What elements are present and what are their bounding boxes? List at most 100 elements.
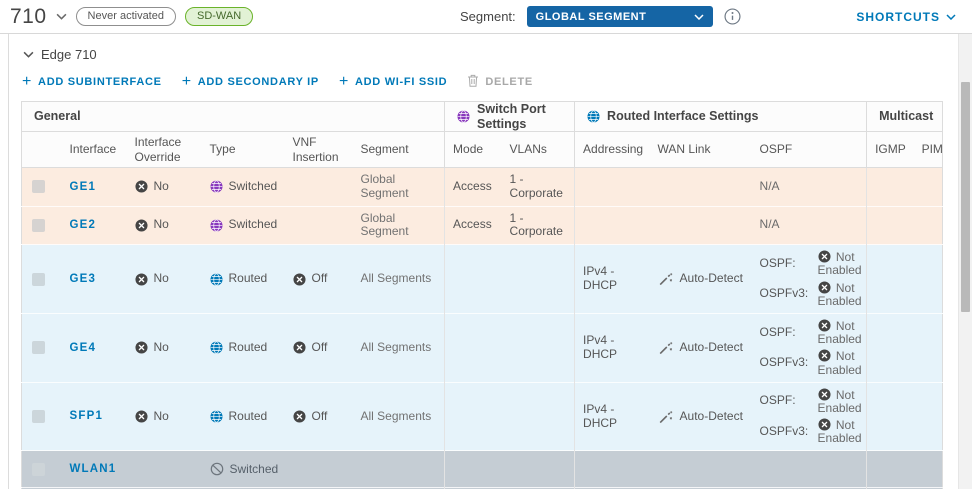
x-circle-icon (818, 319, 833, 333)
column-header-vlans: VLANs (502, 132, 575, 168)
cell-igmp (867, 313, 914, 382)
vertical-scrollbar[interactable] (958, 34, 972, 489)
table-actions: + ADD SUBINTERFACE + ADD SECONDARY IP + … (22, 74, 972, 90)
cell-vnf-insertion: Off (285, 382, 353, 451)
cell-ospf: OSPF: Not EnabledOSPFv3: Not Enabled (752, 313, 867, 382)
x-circle-icon (818, 388, 833, 402)
cell-addressing: IPv4 - DHCP (575, 313, 650, 382)
column-header-ospf: OSPF (752, 132, 867, 168)
device-summary: 710 Never activated SD-WAN (10, 5, 452, 29)
cell-ospf: N/A (752, 206, 867, 245)
row-checkbox[interactable] (32, 463, 45, 476)
cell-vlans: 1 - Corporate (502, 206, 575, 245)
cell-vnf-insertion (285, 168, 353, 207)
ospf-value: Not Enabled (818, 250, 874, 277)
trash-icon (467, 74, 479, 90)
type-value: Routed (210, 341, 277, 355)
ospf-value: Not Enabled (818, 349, 874, 376)
cell-select (22, 206, 62, 245)
segment-dropdown[interactable]: GLOBAL SEGMENT (527, 6, 713, 27)
auto-detect-icon (658, 341, 674, 355)
x-circle-icon (135, 341, 148, 354)
column-header-interface: Interface (62, 132, 127, 168)
cell-igmp (867, 206, 914, 245)
cell-interface: GE4 (62, 313, 127, 382)
cell-type: Routed (202, 382, 285, 451)
cell-mode (445, 313, 502, 382)
ospf-na: N/A (760, 179, 780, 193)
row-checkbox[interactable] (32, 341, 45, 354)
delete-button[interactable]: DELETE (467, 74, 533, 90)
add-subinterface-button[interactable]: + ADD SUBINTERFACE (22, 76, 162, 88)
add-wifi-ssid-button[interactable]: + ADD WI-FI SSID (339, 76, 447, 88)
group-header-general: General (22, 102, 445, 132)
column-header-addressing: Addressing (575, 132, 650, 168)
table-row-wlan1: WLAN1 Switched (22, 451, 943, 488)
x-circle-icon (135, 180, 148, 193)
cell-select (22, 313, 62, 382)
shortcuts-menu[interactable]: SHORTCUTS (856, 10, 956, 24)
segment-selector: Segment: GLOBAL SEGMENT (460, 6, 741, 27)
ospf-status: OSPF: Not EnabledOSPFv3: Not Enabled (760, 250, 859, 308)
cell-addressing (575, 451, 650, 488)
override-value: No (135, 341, 194, 355)
edge-section-toggle[interactable]: Edge 710 (23, 47, 972, 62)
override-value: No (135, 272, 194, 286)
cell-igmp (867, 245, 914, 314)
column-header-igmp: IGMP (867, 132, 914, 168)
cell-segment: Global Segment (353, 168, 445, 207)
section-chevron-down-icon (23, 51, 34, 58)
routed-globe-icon (587, 110, 600, 123)
row-checkbox[interactable] (32, 180, 45, 193)
device-title: 710 (10, 5, 47, 29)
activation-status-badge: Never activated (76, 7, 176, 26)
info-icon[interactable] (724, 8, 741, 25)
ospf-label: OSPF: (760, 257, 818, 271)
x-circle-icon (818, 250, 833, 264)
cell-select (22, 245, 62, 314)
cell-select (22, 451, 62, 488)
interfaces-table: GeneralSwitch Port SettingsRouted Interf… (21, 101, 943, 489)
interface-link[interactable]: GE1 (70, 181, 97, 193)
interface-link[interactable]: WLAN1 (70, 463, 117, 475)
column-header-interface-override: Interface Override (127, 132, 202, 168)
table-row-ge1: GE1NoSwitchedGlobal SegmentAccess1 - Cor… (22, 168, 943, 207)
cell-type: Switched (202, 451, 285, 488)
cell-type: Routed (202, 313, 285, 382)
sdwan-badge: SD-WAN (185, 7, 253, 26)
cell-addressing (575, 206, 650, 245)
cell-wan-link (650, 451, 752, 488)
row-checkbox[interactable] (32, 410, 45, 423)
vnf-value: Off (293, 341, 345, 355)
row-checkbox[interactable] (32, 219, 45, 232)
switched-globe-icon (457, 110, 470, 123)
column-header-mode: Mode (445, 132, 502, 168)
x-circle-icon (818, 418, 833, 432)
cell-segment: All Segments (353, 382, 445, 451)
interface-link[interactable]: GE2 (70, 219, 97, 231)
edge-section-title: Edge 710 (41, 47, 97, 62)
scrollbar-thumb[interactable] (961, 82, 970, 312)
interface-link[interactable]: SFP1 (70, 410, 104, 422)
ospf-label: OSPFv3: (760, 287, 818, 301)
routed-globe-icon (210, 273, 223, 286)
device-chevron-down-icon[interactable] (56, 13, 67, 20)
x-circle-icon (818, 349, 833, 363)
cell-pim (914, 382, 943, 451)
interface-link[interactable]: GE4 (70, 342, 97, 354)
cell-vnf-insertion (285, 206, 353, 245)
interface-link[interactable]: GE3 (70, 273, 97, 285)
row-checkbox[interactable] (32, 273, 45, 286)
routed-globe-icon (210, 410, 223, 423)
cell-mode (445, 382, 502, 451)
table-row-ge2: GE2NoSwitchedGlobal SegmentAccess1 - Cor… (22, 206, 943, 245)
segment-label: Segment: (460, 9, 516, 24)
cell-vlans: 1 - Corporate (502, 168, 575, 207)
vnf-value: Off (293, 272, 345, 286)
add-secondary-ip-button[interactable]: + ADD SECONDARY IP (182, 76, 319, 88)
cell-interface-override: No (127, 245, 202, 314)
cell-ospf: N/A (752, 168, 867, 207)
x-circle-icon (135, 410, 148, 423)
cell-interface-override: No (127, 168, 202, 207)
cell-vlans (502, 451, 575, 488)
